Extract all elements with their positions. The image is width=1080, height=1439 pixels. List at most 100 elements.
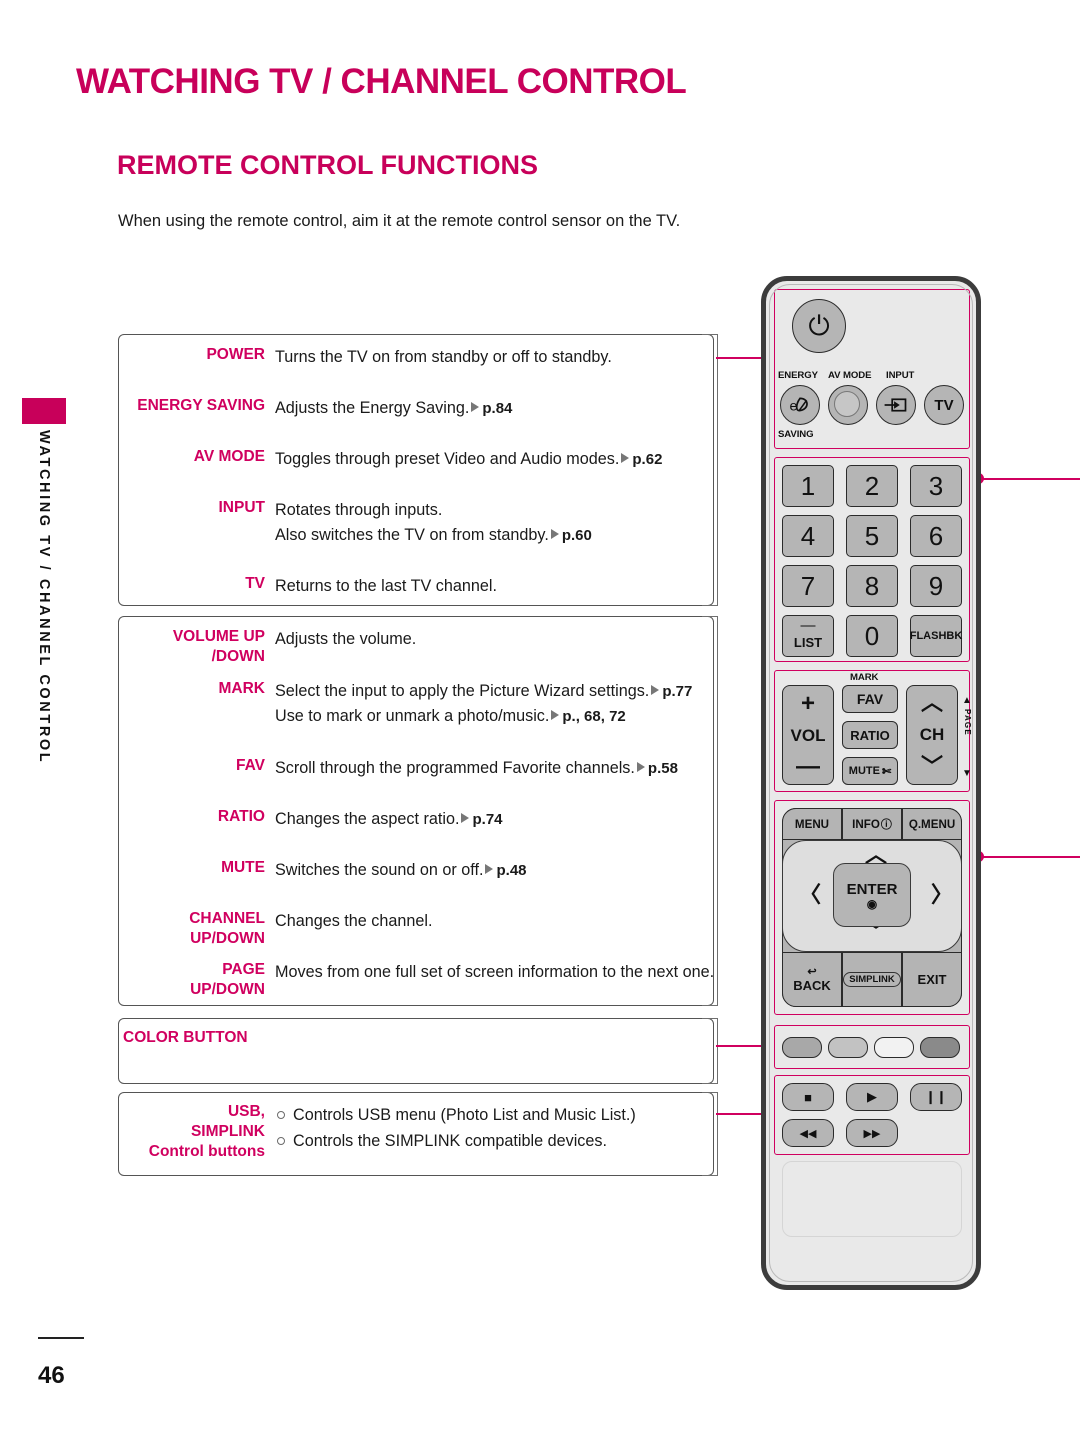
page-ref-arrow-icon: [551, 710, 560, 721]
info-circle-icon: ⓘ: [880, 819, 892, 831]
row-desc: Toggles through preset Video and Audio m…: [275, 450, 663, 468]
volume-down-icon[interactable]: —: [796, 754, 820, 779]
intro-paragraph: When using the remote control, aim it at…: [118, 212, 681, 230]
row-desc: Select the input to apply the Picture Wi…: [275, 682, 693, 700]
row-desc: Moves from one full set of screen inform…: [275, 963, 715, 981]
flashbk-button[interactable]: FLASHBK: [910, 615, 962, 657]
channel-button[interactable]: ︿ CH ﹀: [906, 685, 958, 785]
row-label: CHANNEL UP/DOWN: [189, 910, 265, 947]
enter-label: ENTER: [846, 880, 898, 898]
ratio-button[interactable]: RATIO: [842, 721, 898, 749]
side-tab-label: WATCHING TV / CHANNEL CONTROL: [36, 430, 52, 765]
dpad[interactable]: ︿ 〈 〉 ﹀ ENTER ◉: [782, 840, 962, 952]
row-label: VOLUME UP /DOWN: [172, 628, 265, 665]
info-button[interactable]: INFO ⓘ: [842, 808, 902, 840]
back-arrow-icon: ↩: [807, 965, 817, 978]
mute-button[interactable]: MUTE ✄: [842, 757, 898, 785]
dash-icon: —: [800, 616, 816, 634]
row-label: POWER: [206, 346, 265, 363]
channel-up-icon[interactable]: ︿: [921, 692, 943, 714]
exit-button[interactable]: EXIT: [902, 952, 962, 1007]
enter-button[interactable]: ENTER ◉: [833, 863, 911, 927]
row-label: MUTE: [221, 859, 265, 876]
row-desc: Returns to the last TV channel.: [275, 577, 497, 595]
row-desc: Rotates through inputs.: [275, 501, 443, 519]
volume-up-icon[interactable]: +: [801, 691, 815, 716]
mute-icon: ✄: [881, 765, 892, 778]
energy-caption-top: ENERGY: [778, 370, 818, 381]
menu-button[interactable]: MENU: [782, 808, 842, 840]
dpad-left-icon[interactable]: 〈: [799, 884, 821, 906]
row-label: ENERGY SAVING: [137, 397, 265, 414]
dpad-right-icon[interactable]: 〉: [931, 884, 953, 906]
fast-forward-button[interactable]: ▶▶: [846, 1119, 898, 1147]
power-button[interactable]: ⏻: [792, 299, 846, 353]
side-tab: WATCHING TV / CHANNEL CONTROL: [22, 430, 66, 810]
page-ref-arrow-icon: [485, 864, 494, 874]
tv-label: TV: [934, 396, 954, 414]
color-button-4[interactable]: [920, 1037, 960, 1058]
num-button-5[interactable]: 5: [846, 515, 898, 557]
list-button[interactable]: — LIST: [782, 615, 834, 657]
pause-button[interactable]: ❙❙: [910, 1083, 962, 1111]
page-ref-arrow-icon: [636, 762, 645, 772]
simplink-button[interactable]: SIMPLINK: [842, 952, 902, 1007]
info-label: INFO: [852, 817, 880, 831]
input-icon: [884, 398, 907, 412]
play-button[interactable]: ▶: [846, 1083, 898, 1111]
rewind-button[interactable]: ◀◀: [782, 1119, 834, 1147]
row-desc: Turns the TV on from standby or off to s…: [275, 348, 612, 366]
qmenu-button[interactable]: Q.MENU: [902, 808, 962, 840]
num-button-6[interactable]: 6: [910, 515, 962, 557]
row-desc: Adjusts the volume.: [275, 630, 417, 648]
section-title: REMOTE CONTROL FUNCTIONS: [117, 150, 538, 180]
num-button-8[interactable]: 8: [846, 565, 898, 607]
row-desc: Scroll through the programmed Favorite c…: [275, 759, 678, 777]
row-desc: Switches the sound on or off. p.48: [275, 861, 527, 879]
back-label: BACK: [793, 977, 831, 993]
num-button-7[interactable]: 7: [782, 565, 834, 607]
num-button-0[interactable]: 0: [846, 615, 898, 657]
channel-label: CH: [919, 725, 945, 745]
volume-label: VOL: [790, 725, 826, 745]
back-button[interactable]: ↩ BACK: [782, 952, 842, 1007]
num-button-3[interactable]: 3: [910, 465, 962, 507]
function-table-1: POWER Turns the TV on from standby or of…: [118, 334, 714, 606]
row-desc: Use to mark or unmark a photo/music. p., …: [275, 707, 626, 726]
tv-button[interactable]: TV: [924, 385, 964, 425]
page-label: PAGE: [963, 709, 972, 736]
remote-control: ⏻ ENERGY AV MODE INPUT SAVING e TV 1 2 3…: [761, 276, 981, 1290]
leader-bracket-4: [702, 1092, 718, 1176]
av-mode-button[interactable]: [828, 385, 868, 425]
page-up-arrow-icon: ▲: [962, 695, 972, 706]
channel-down-icon[interactable]: ﹀: [921, 755, 943, 778]
volume-button[interactable]: + VOL —: [782, 685, 834, 785]
usb-simplink-box: USB, SIMPLINK Control buttons Controls U…: [118, 1092, 714, 1176]
page-ref-arrow-icon: [651, 685, 660, 695]
num-button-4[interactable]: 4: [782, 515, 834, 557]
num-button-1[interactable]: 1: [782, 465, 834, 507]
row-label: MARK: [218, 680, 266, 697]
mute-label: MUTE: [848, 765, 880, 777]
row-label: INPUT: [218, 499, 266, 516]
energy-saving-button[interactable]: e: [780, 385, 820, 425]
color-button-2[interactable]: [828, 1037, 868, 1058]
color-button-3[interactable]: [874, 1037, 914, 1058]
row-label: RATIO: [217, 808, 265, 825]
color-button-1[interactable]: [782, 1037, 822, 1058]
num-button-9[interactable]: 9: [910, 565, 962, 607]
remote-lower-panel: [782, 1161, 962, 1237]
page-ref-arrow-icon: [461, 813, 470, 823]
stop-button[interactable]: ■: [782, 1083, 834, 1111]
av-mode-caption: AV MODE: [828, 370, 872, 381]
side-tab-block: [22, 398, 66, 424]
leader-bracket-3: [702, 1018, 718, 1084]
input-button[interactable]: [876, 385, 916, 425]
page-ref-arrow-icon: [550, 529, 559, 540]
function-table-2: VOLUME UP /DOWN Adjusts the volume. MARK…: [118, 616, 714, 1006]
usb-simplink-list: Controls USB menu (Photo List and Music …: [275, 1102, 636, 1161]
fav-button[interactable]: FAV: [842, 685, 898, 713]
page-number: 46: [38, 1362, 65, 1389]
num-button-2[interactable]: 2: [846, 465, 898, 507]
connector-numpad: [980, 478, 1080, 480]
